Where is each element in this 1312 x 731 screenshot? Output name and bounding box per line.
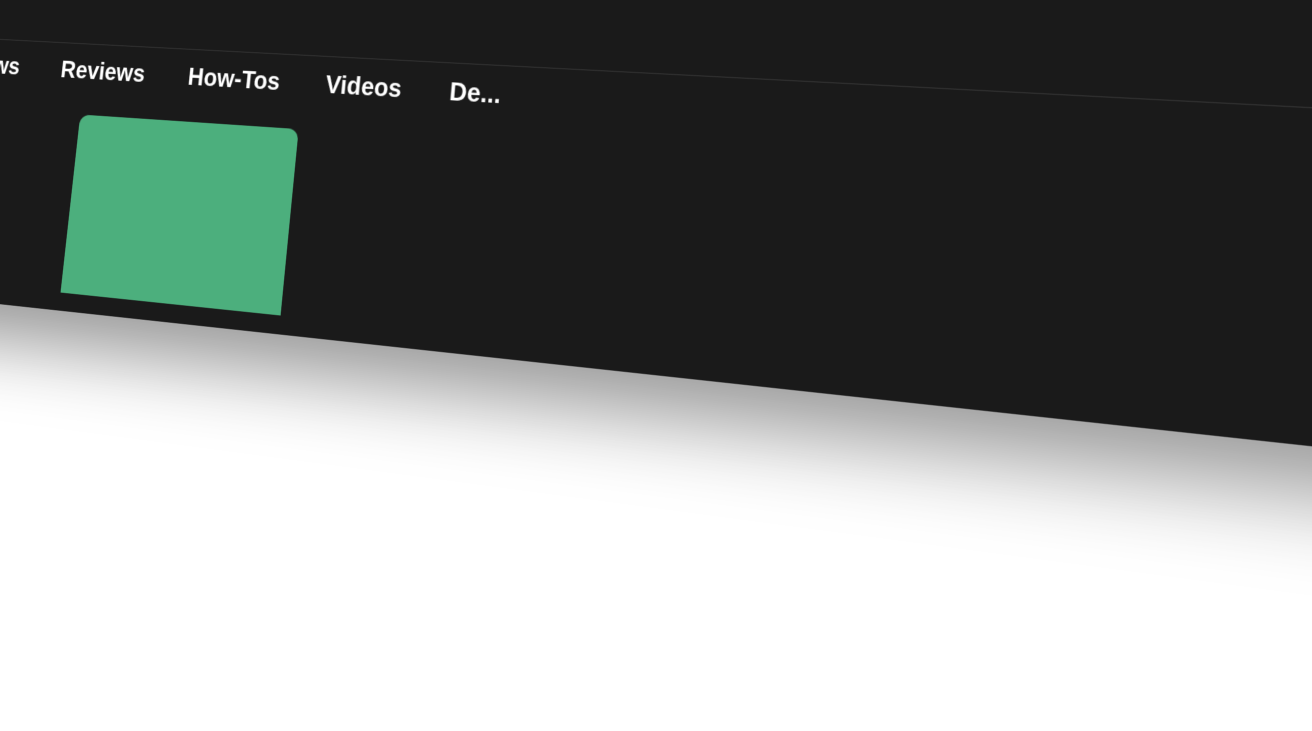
featured-card-green [61,115,299,316]
nav-howtos[interactable]: How-Tos [164,49,306,111]
nav-deals[interactable]: De... [423,62,528,125]
nav-reviews[interactable]: Reviews [37,42,169,102]
screenshot-wrapper: Safari File Edit View History Bookmarks … [0,0,1312,731]
nav-news[interactable]: News [0,37,43,94]
website-content: ai Apple News, Rumors, Reviews, Price...… [0,0,1312,468]
nav-videos[interactable]: Videos [300,56,428,119]
browser-window: Safari File Edit View History Bookmarks … [0,0,1312,468]
